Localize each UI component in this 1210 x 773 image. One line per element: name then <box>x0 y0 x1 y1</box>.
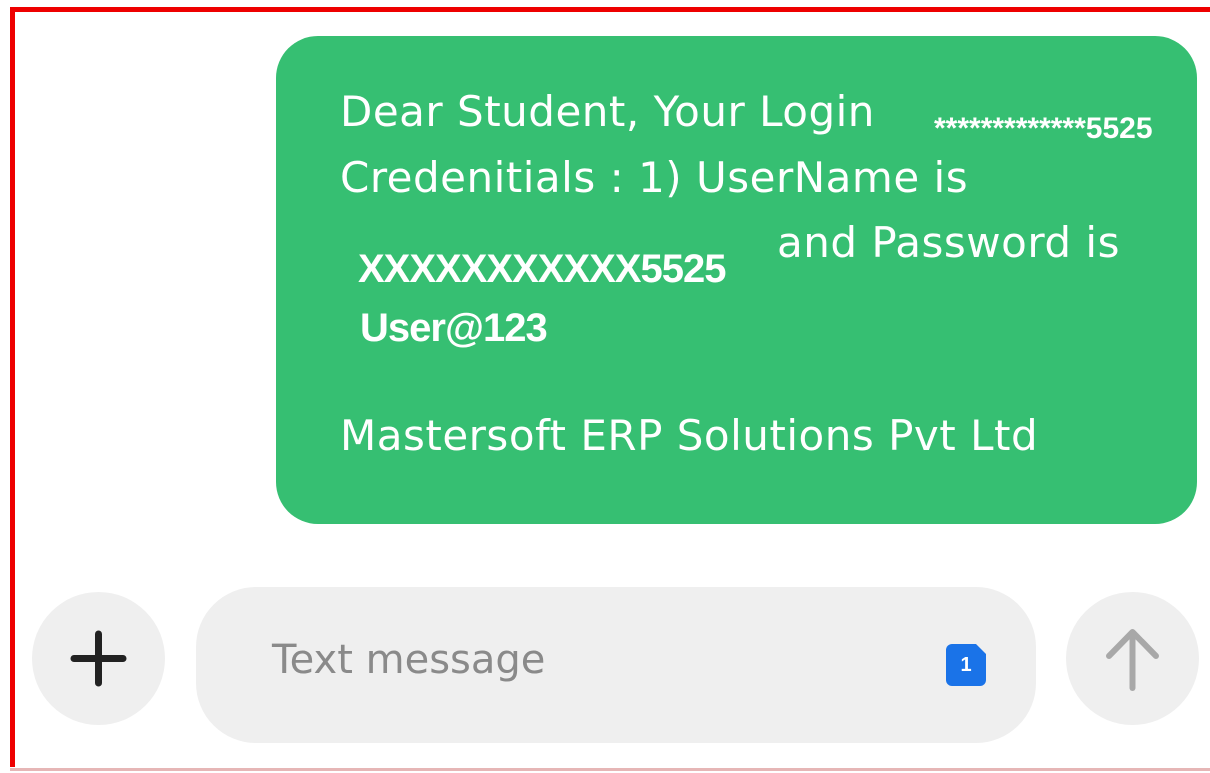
username-overlay: XXXXXXXXXXX5525 <box>358 247 726 291</box>
masked-number-overlay: *************5525 <box>934 112 1153 145</box>
attach-button[interactable] <box>32 592 165 725</box>
sim-selector-button[interactable]: 1 <box>946 643 987 686</box>
sim-number-label: 1 <box>960 653 972 676</box>
message-line-1: Dear Student, Your Login <box>340 87 875 136</box>
message-line-2: Credenitials : 1) UserName is <box>340 153 969 202</box>
arrow-up-icon <box>1106 629 1159 691</box>
send-button[interactable] <box>1066 592 1199 725</box>
message-line-3: and Password is <box>777 218 1120 267</box>
frame-bottom-edge <box>10 768 1210 771</box>
text-message-placeholder: Text message <box>272 637 546 683</box>
plus-icon <box>70 630 127 687</box>
password-overlay: User@123 <box>360 306 548 350</box>
message-sender-signature: Mastersoft ERP Solutions Pvt Ltd <box>340 411 1039 460</box>
